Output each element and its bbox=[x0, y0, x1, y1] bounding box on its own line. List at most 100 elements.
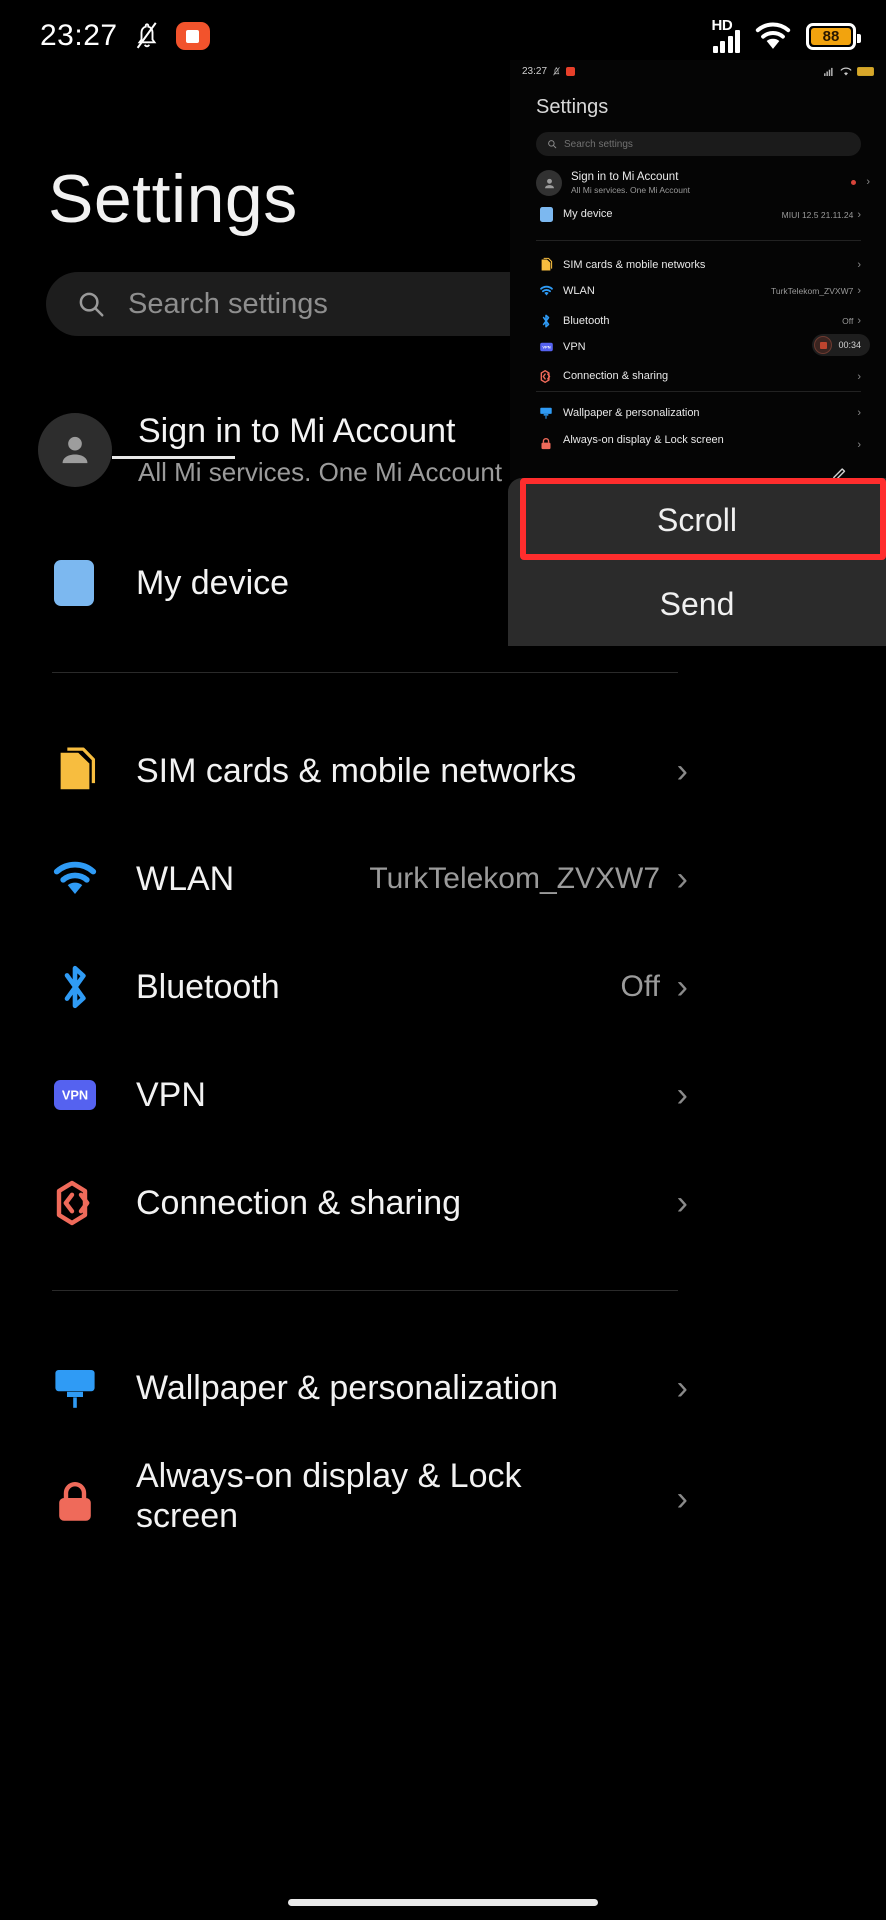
sidebar-item-connection-sharing[interactable]: Connection & sharing › bbox=[46, 1160, 688, 1246]
sidebar-item-label: SIM cards & mobile networks bbox=[136, 751, 577, 790]
svg-text:VPN: VPN bbox=[542, 345, 550, 350]
preview-account-row: Sign in to Mi Account All Mi services. O… bbox=[536, 170, 690, 196]
preview-row-value: MIUI 12.5 21.11.24 bbox=[781, 209, 854, 220]
search-placeholder: Search settings bbox=[128, 287, 328, 320]
sidebar-item-wlan[interactable]: WLAN TurkTelekom_ZVXW7 › bbox=[46, 836, 688, 922]
preview-row-bluetooth: Bluetooth Off › bbox=[536, 313, 861, 329]
status-bar-right: HD 88 bbox=[711, 17, 861, 53]
screenshot-preview-thumbnail[interactable]: 23:27 Settings Search settings Sign in t… bbox=[510, 60, 886, 480]
chevron-right-icon: › bbox=[857, 208, 861, 221]
preview-search-placeholder: Search settings bbox=[564, 138, 633, 150]
status-bar-left: 23:27 bbox=[40, 19, 210, 53]
device-icon bbox=[536, 207, 556, 222]
sidebar-item-sim-cards[interactable]: SIM cards & mobile networks › bbox=[46, 728, 688, 814]
wifi-icon bbox=[536, 285, 556, 297]
connection-sharing-icon bbox=[536, 369, 556, 384]
chevron-right-icon: › bbox=[857, 285, 861, 298]
wallpaper-icon bbox=[536, 406, 556, 420]
screen-record-icon bbox=[566, 67, 576, 76]
sidebar-item-vpn[interactable]: VPN VPN › bbox=[46, 1052, 688, 1138]
chevron-right-icon: › bbox=[676, 1480, 688, 1518]
svg-text:VPN: VPN bbox=[62, 1087, 88, 1102]
sidebar-item-always-on-display[interactable]: Always-on display & Lock screen › bbox=[46, 1448, 688, 1566]
search-icon bbox=[548, 140, 557, 149]
preview-status-right bbox=[824, 67, 874, 77]
preview-divider-2 bbox=[536, 391, 861, 392]
chevron-right-icon: › bbox=[857, 370, 861, 383]
preview-row-value: Off bbox=[842, 316, 854, 326]
preview-row-label: WLAN bbox=[563, 285, 595, 297]
scroll-button[interactable]: Scroll bbox=[508, 478, 886, 562]
preview-row-wallpaper: Wallpaper & personalization › bbox=[536, 406, 861, 420]
section-divider-2 bbox=[52, 1290, 678, 1291]
screenshot-action-buttons: Scroll Send bbox=[508, 478, 886, 646]
bell-slash-icon bbox=[553, 67, 560, 76]
send-button-label: Send bbox=[659, 585, 735, 622]
sidebar-item-bluetooth[interactable]: Bluetooth Off › bbox=[46, 944, 688, 1030]
bluetooth-icon bbox=[46, 961, 104, 1013]
vpn-icon: VPN bbox=[46, 1075, 104, 1115]
preview-clock: 23:27 bbox=[522, 66, 548, 77]
wifi-icon bbox=[840, 67, 852, 76]
sidebar-item-value: Off bbox=[620, 970, 660, 1003]
preview-account-title: Sign in to Mi Account bbox=[571, 171, 679, 183]
chevron-right-icon: › bbox=[857, 407, 861, 419]
preview-row-label: SIM cards & mobile networks bbox=[563, 258, 706, 271]
recording-timer-badge[interactable]: 00:34 bbox=[812, 334, 870, 356]
preview-row-label: Bluetooth bbox=[563, 314, 610, 327]
preview-crop-handle[interactable] bbox=[112, 456, 235, 459]
sim-card-icon bbox=[536, 257, 556, 273]
recording-timer-label: 00:34 bbox=[838, 340, 861, 350]
device-icon bbox=[54, 560, 94, 606]
preview-row-connection-sharing: Connection & sharing › bbox=[536, 369, 861, 384]
preview-row-wlan: WLAN TurkTelekom_ZVXW7 › bbox=[536, 285, 861, 298]
account-title: Sign in to Mi Account bbox=[138, 412, 456, 450]
sidebar-item-label: VPN bbox=[136, 1075, 206, 1114]
chevron-right-icon: › bbox=[676, 967, 688, 1006]
chevron-right-icon: › bbox=[676, 859, 688, 898]
notification-dot bbox=[851, 180, 856, 185]
bluetooth-icon bbox=[536, 313, 556, 329]
sidebar-item-label: WLAN bbox=[136, 859, 235, 898]
sidebar-item-label: Connection & sharing bbox=[136, 1183, 462, 1222]
battery-percent-label: 88 bbox=[822, 27, 840, 45]
preview-row-always-on-display: Always-on display & Lock screen › bbox=[536, 434, 861, 451]
scroll-button-label: Scroll bbox=[656, 501, 737, 538]
chevron-right-icon: › bbox=[676, 1183, 688, 1222]
chevron-right-icon: › bbox=[866, 176, 870, 188]
sidebar-item-label: Wallpaper & personalization bbox=[136, 1368, 559, 1407]
preview-row-sim-cards: SIM cards & mobile networks › bbox=[536, 257, 861, 273]
preview-row-label: My device bbox=[563, 208, 613, 221]
wifi-icon bbox=[46, 859, 104, 899]
preview-row-label: VPN bbox=[563, 341, 586, 353]
sim-card-icon bbox=[46, 746, 104, 796]
screen-record-icon bbox=[175, 22, 210, 50]
search-icon bbox=[79, 292, 104, 317]
hd-label: HD bbox=[711, 17, 733, 34]
page-title: Settings bbox=[48, 161, 298, 237]
account-subtitle: All Mi services. One Mi Account bbox=[138, 457, 503, 487]
sign-in-mi-account-row[interactable]: Sign in to Mi Account All Mi services. O… bbox=[38, 412, 502, 488]
chevron-right-icon: › bbox=[857, 259, 861, 271]
phone-screen: 23:27 HD 88 Settings Search settings Sig… bbox=[0, 0, 886, 1920]
chevron-right-icon: › bbox=[676, 751, 688, 790]
hd-signal-group: HD bbox=[711, 17, 740, 53]
chevron-right-icon: › bbox=[857, 439, 861, 451]
battery-indicator: 88 bbox=[806, 22, 861, 50]
my-device-label: My device bbox=[136, 563, 290, 602]
preview-row-value: TurkTelekom_ZVXW7 bbox=[770, 286, 854, 297]
send-button[interactable]: Send bbox=[508, 562, 886, 646]
preview-page-title: Settings bbox=[536, 96, 609, 118]
person-icon bbox=[38, 413, 112, 487]
wallpaper-icon bbox=[46, 1365, 104, 1411]
wifi-icon bbox=[755, 22, 791, 49]
sidebar-item-value: TurkTelekom_ZVXW7 bbox=[369, 862, 660, 895]
record-dot-icon bbox=[814, 336, 833, 354]
preview-row-label: Wallpaper & personalization bbox=[563, 406, 700, 419]
sidebar-item-wallpaper[interactable]: Wallpaper & personalization › bbox=[46, 1345, 688, 1431]
sidebar-item-label: Bluetooth bbox=[136, 967, 280, 1006]
signal-bars-icon bbox=[824, 67, 833, 76]
section-divider-1 bbox=[52, 672, 678, 673]
preview-account-subtitle: All Mi services. One Mi Account bbox=[571, 185, 691, 195]
lock-icon bbox=[46, 1480, 104, 1526]
